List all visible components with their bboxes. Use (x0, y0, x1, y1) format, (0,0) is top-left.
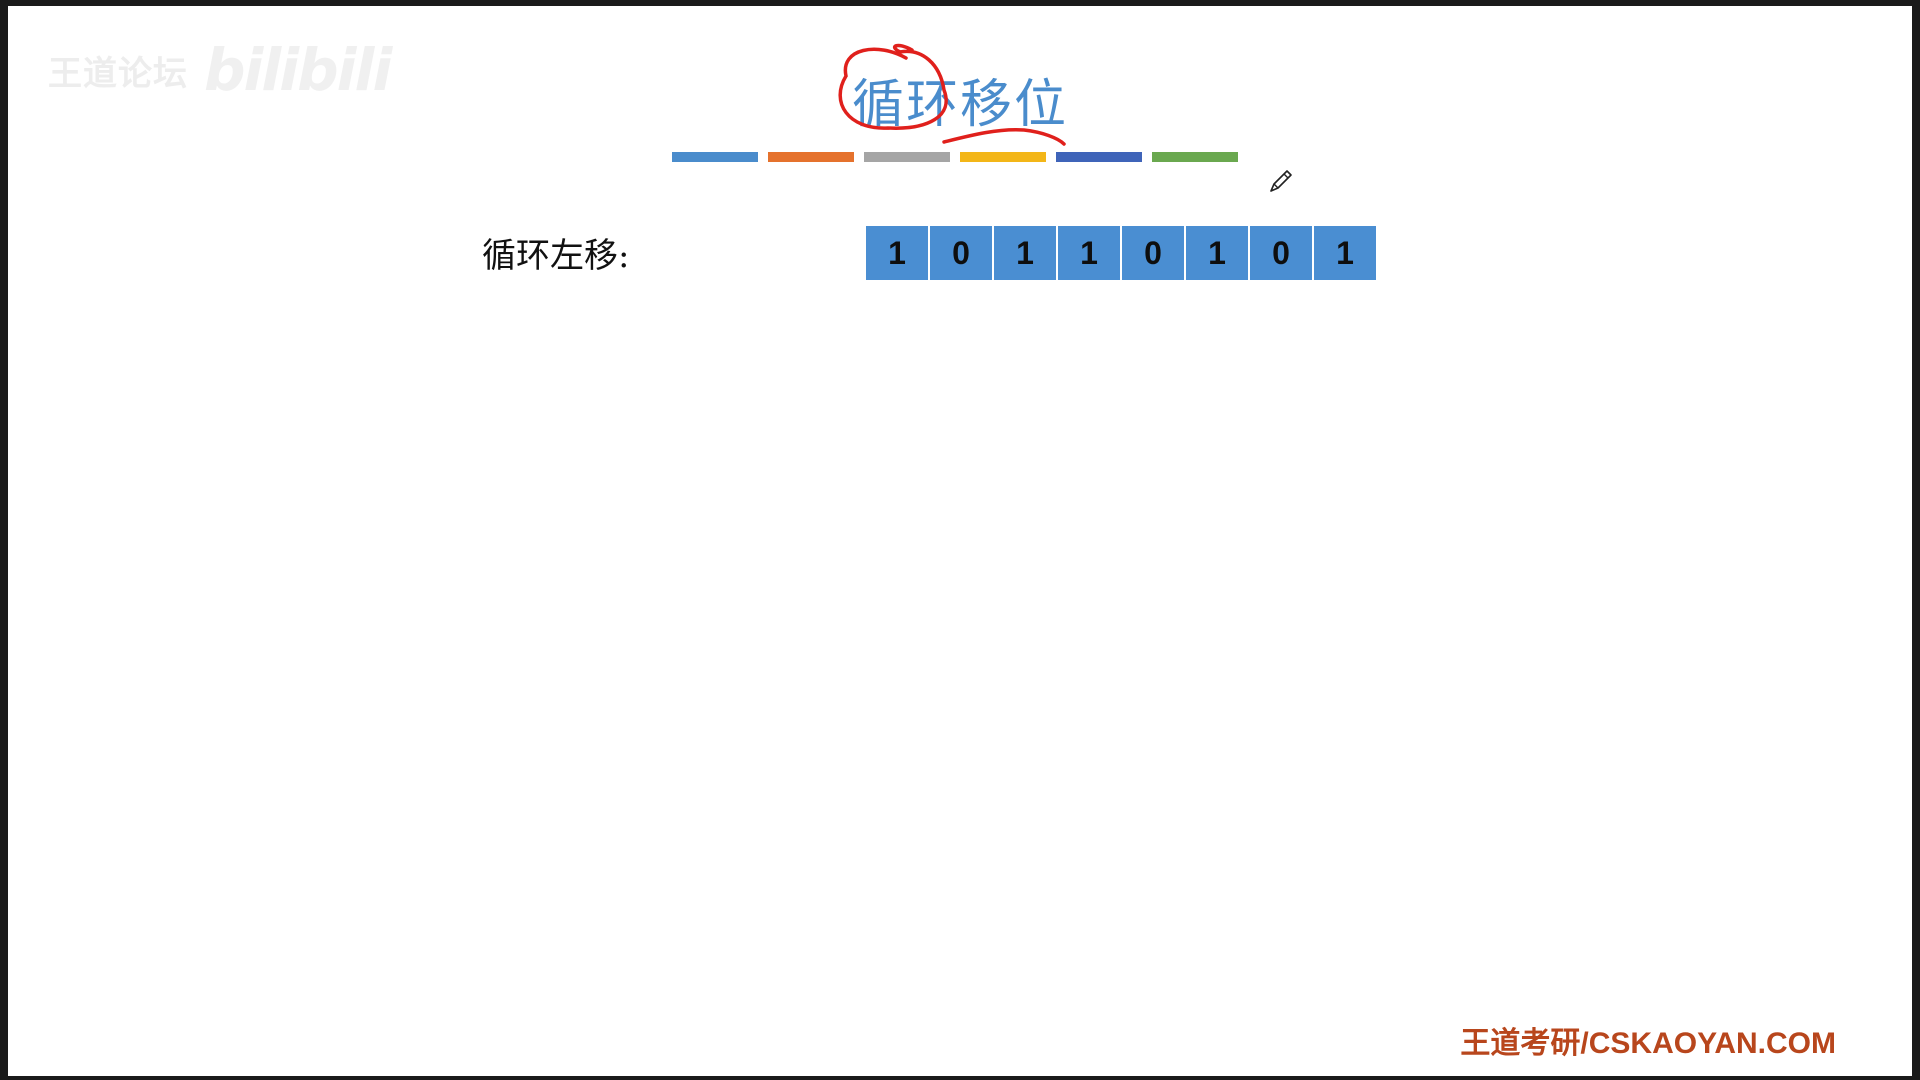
color-bar-segment (1152, 152, 1238, 162)
rotate-left-label: 循环左移: (482, 236, 630, 276)
color-bar-segment (672, 152, 758, 162)
bit-row: 10110101 (866, 226, 1376, 280)
bit-cell: 1 (994, 226, 1056, 280)
pencil-icon (1270, 170, 1292, 192)
bit-cell: 0 (1122, 226, 1184, 280)
bit-cell: 1 (1058, 226, 1120, 280)
footer-brand: 王道考研/CSKAOYAN.COM (1460, 1027, 1836, 1060)
bit-cell: 1 (1314, 226, 1376, 280)
bit-cell: 0 (930, 226, 992, 280)
bit-cell: 1 (866, 226, 928, 280)
color-bar-segment (864, 152, 950, 162)
color-bar-segment (1056, 152, 1142, 162)
slide-canvas: 王道论坛 bilibili 循环移位 循环左移: 10110101 王道考研/C… (8, 6, 1912, 1076)
title-color-bar (672, 152, 1238, 162)
bit-cell: 1 (1186, 226, 1248, 280)
bit-cell: 0 (1250, 226, 1312, 280)
slide-title: 循环移位 (851, 75, 1068, 135)
color-bar-segment (960, 152, 1046, 162)
color-bar-segment (768, 152, 854, 162)
pen-annotations (838, 43, 1066, 146)
